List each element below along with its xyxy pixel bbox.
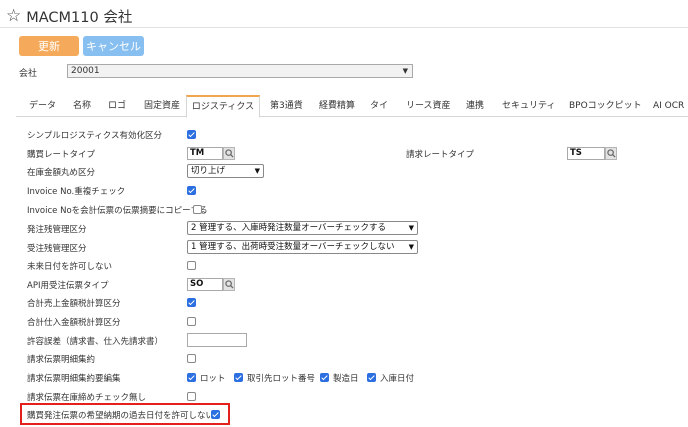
search-icon[interactable]	[223, 278, 235, 291]
star-icon[interactable]: ☆	[6, 7, 21, 25]
partner-lot-number-checkbox[interactable]	[234, 373, 243, 382]
total-sales-tax-label: 合計売上金額税計算区分	[27, 299, 121, 309]
company-select[interactable]: 20001 ▼	[67, 64, 413, 78]
received-balance-select[interactable]: 1 管理する、出荷時受注数量オーバーチェックしない ▼	[187, 240, 418, 254]
purchase-rate-type-label: 購買レートタイプ	[27, 150, 96, 160]
tab-lease-assets[interactable]: リース資産	[406, 95, 451, 117]
tab-bar: データ 名称 ロゴ 固定資産 ロジスティクス 第3通貨 経費精算 タイ リース資…	[16, 95, 688, 118]
partner-lot-number-label: 取引先ロット番号	[247, 374, 316, 384]
total-purchase-tax-label: 合計仕入金額税計算区分	[27, 318, 121, 328]
billing-rate-type-input[interactable]: TS	[567, 147, 605, 160]
order-balance-label: 発注残管理区分	[27, 225, 87, 235]
total-sales-tax-checkbox[interactable]	[187, 298, 196, 307]
cancel-button[interactable]: キャンセル	[83, 36, 144, 56]
tab-security[interactable]: セキュリティ	[502, 95, 555, 117]
receipt-date-label: 入庫日付	[380, 374, 415, 384]
billing-detail-summary-checkbox[interactable]	[187, 354, 196, 363]
company-value: 20001	[71, 66, 100, 76]
tab-fixed-assets[interactable]: 固定資産	[144, 95, 180, 117]
header-divider	[0, 27, 688, 28]
lot-label: ロット	[200, 374, 226, 384]
order-balance-value: 2 管理する、入庫時発注数量オーバーチェックする	[191, 223, 387, 233]
update-button[interactable]: 更新	[19, 36, 79, 56]
billing-detail-summary-label: 請求伝票明細集約	[27, 355, 96, 365]
inventory-rounding-value: 切り上げ	[191, 166, 226, 176]
no-future-date-checkbox[interactable]	[187, 261, 196, 270]
tab-data[interactable]: データ	[29, 95, 56, 117]
invoice-copy-label: Invoice Noを会計伝票の伝票摘要にコピーする	[27, 206, 208, 216]
receipt-date-checkbox[interactable]	[367, 373, 376, 382]
no-inventory-close-check-label: 請求伝票在庫締めチェック無し	[27, 393, 147, 403]
simple-logistics-label: シンプルロジスティクス有効化区分	[27, 131, 162, 141]
tab-integration[interactable]: 連携	[466, 95, 484, 117]
search-icon[interactable]	[223, 147, 235, 160]
chevron-down-icon: ▼	[254, 167, 260, 175]
billing-rate-type-label: 請求レートタイプ	[406, 150, 475, 160]
api-order-type-label: API用受注伝票タイプ	[27, 281, 109, 291]
total-purchase-tax-checkbox[interactable]	[187, 317, 196, 326]
api-order-type-input[interactable]: SO	[187, 278, 223, 291]
tab-logo[interactable]: ロゴ	[108, 95, 126, 117]
tab-name[interactable]: 名称	[73, 95, 91, 117]
no-inventory-close-check-checkbox[interactable]	[187, 392, 196, 401]
inventory-rounding-label: 在庫金額丸め区分	[27, 168, 96, 178]
received-balance-value: 1 管理する、出荷時受注数量オーバーチェックしない	[191, 242, 395, 252]
invoice-copy-checkbox[interactable]	[193, 205, 202, 214]
tab-expenses[interactable]: 経費精算	[319, 95, 355, 117]
tab-bpo-cockpit[interactable]: BPOコックピット	[569, 95, 642, 117]
no-past-desired-date-checkbox[interactable]	[211, 410, 220, 419]
order-balance-select[interactable]: 2 管理する、入庫時発注数量オーバーチェックする ▼	[187, 221, 418, 235]
purchase-rate-type-input[interactable]: TM	[187, 147, 223, 160]
no-future-date-label: 未来日付を許可しない	[27, 262, 113, 272]
page-title: MACM110 会社	[26, 9, 133, 26]
search-icon[interactable]	[605, 147, 617, 160]
billing-detail-summary-edit-label: 請求伝票明細集約要編集	[27, 374, 121, 384]
tab-third-currency[interactable]: 第3通貨	[270, 95, 303, 117]
manufacture-date-checkbox[interactable]	[320, 373, 329, 382]
received-balance-label: 受注残管理区分	[27, 244, 87, 254]
tab-thai[interactable]: タイ	[370, 95, 388, 117]
tolerance-label: 許容誤差（請求書、仕入先請求書）	[27, 337, 164, 347]
page-header: ☆ MACM110 会社	[6, 5, 132, 27]
no-past-desired-date-label: 購買発注伝票の希望納期の過去日付を許可しない	[27, 411, 215, 421]
tab-logistics[interactable]: ロジスティクス	[186, 95, 260, 118]
tab-ai-ocr[interactable]: AI OCR	[653, 95, 684, 117]
chevron-down-icon: ▼	[408, 243, 414, 251]
invoice-dup-check-label: Invoice No.重複チェック	[27, 187, 126, 197]
tolerance-input[interactable]	[187, 333, 247, 347]
invoice-dup-check-checkbox[interactable]	[187, 186, 196, 195]
lot-checkbox[interactable]	[187, 373, 196, 382]
chevron-down-icon: ▼	[408, 224, 414, 232]
inventory-rounding-select[interactable]: 切り上げ ▼	[187, 164, 264, 178]
simple-logistics-checkbox[interactable]	[187, 130, 196, 139]
chevron-down-icon: ▼	[402, 67, 408, 75]
manufacture-date-label: 製造日	[333, 374, 359, 384]
company-label: 会社	[19, 69, 38, 79]
